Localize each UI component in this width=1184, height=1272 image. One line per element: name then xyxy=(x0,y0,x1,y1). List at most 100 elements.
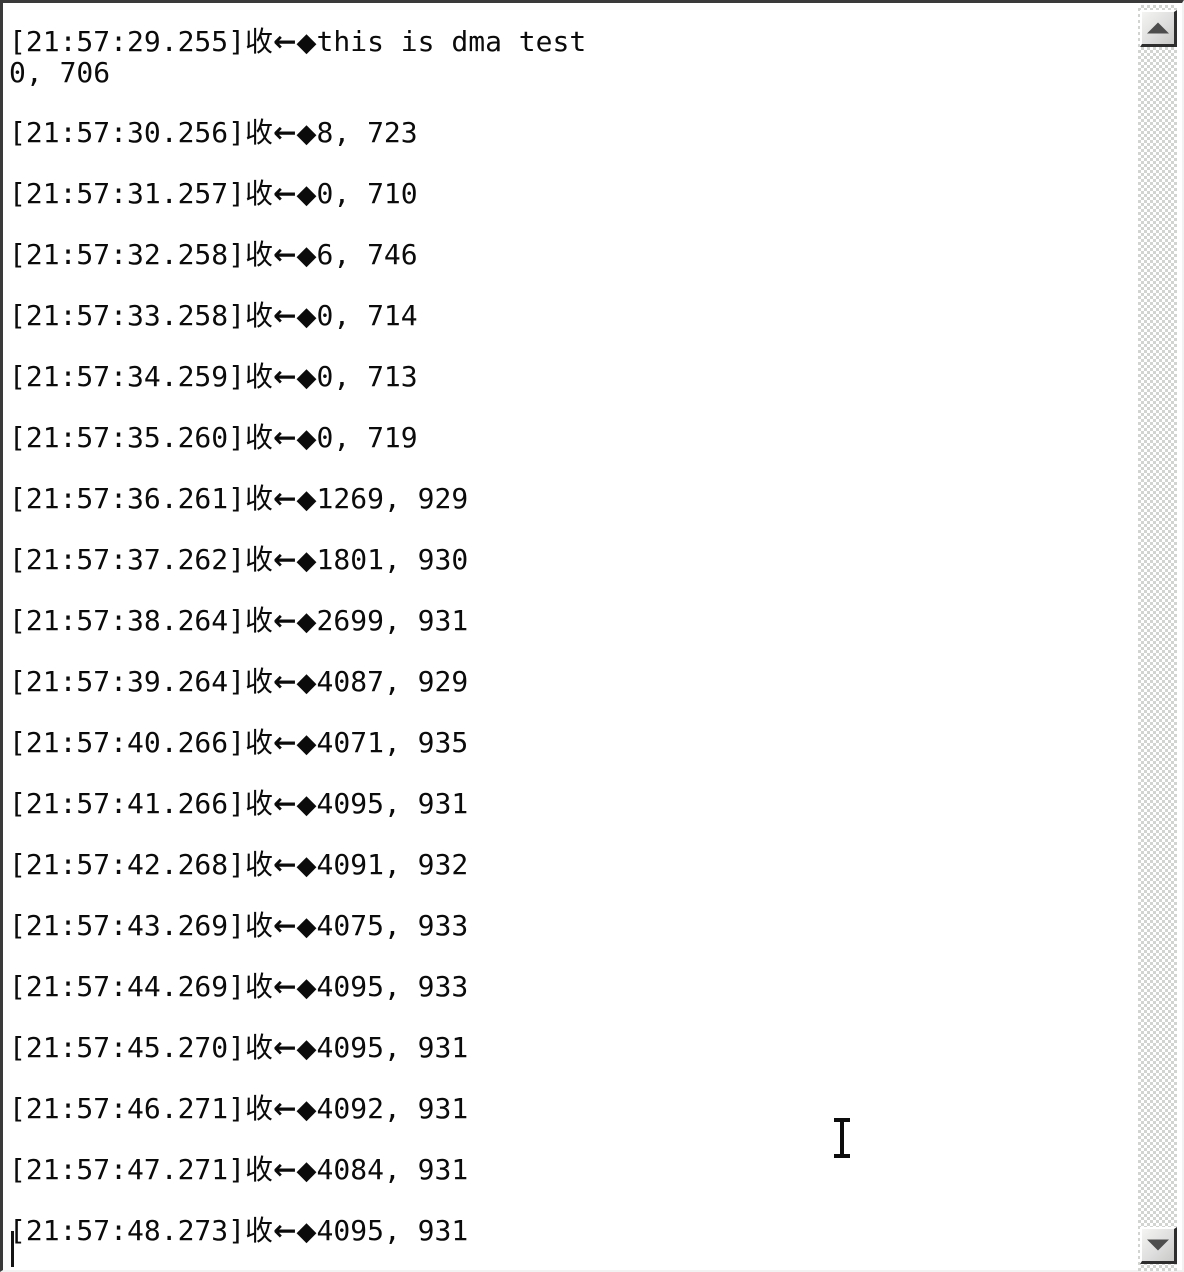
log-timestamp: [21:57:45.270] xyxy=(9,1031,246,1064)
log-line: [21:57:38.264]收←◆2699, 931 xyxy=(9,604,1139,638)
log-payload: 2699, 931 xyxy=(316,604,469,637)
log-separator-diamond-icon: ◆ xyxy=(296,180,317,210)
log-timestamp: [21:57:46.271] xyxy=(9,1092,246,1125)
log-payload: 4084, 931 xyxy=(316,1153,469,1186)
log-direction-marker: 收 xyxy=(245,543,274,576)
log-timestamp: [21:57:42.268] xyxy=(9,848,246,881)
log-inbound-arrow-icon: ← xyxy=(273,726,297,759)
serial-log-textarea[interactable]: [21:57:29.255]收←◆this is dma test 0, 706… xyxy=(3,3,1139,1270)
log-separator-diamond-icon: ◆ xyxy=(296,363,317,393)
log-timestamp: [21:57:41.266] xyxy=(9,787,246,820)
log-inbound-arrow-icon: ← xyxy=(273,909,297,942)
log-payload: 4087, 929 xyxy=(316,665,469,698)
log-line: [21:57:48.273]收←◆4095, 931 xyxy=(9,1214,1139,1248)
log-timestamp: [21:57:43.269] xyxy=(9,909,246,942)
log-separator-diamond-icon: ◆ xyxy=(296,302,317,332)
log-direction-marker: 收 xyxy=(245,848,274,881)
log-line: [21:57:46.271]收←◆4092, 931 xyxy=(9,1092,1139,1126)
scroll-up-icon xyxy=(1147,22,1169,34)
log-direction-marker: 收 xyxy=(245,1153,274,1186)
ibeam-bottom-serif xyxy=(834,1154,850,1158)
log-inbound-arrow-icon: ← xyxy=(273,116,297,149)
log-inbound-arrow-icon: ← xyxy=(273,1214,297,1247)
log-line: [21:57:33.258]收←◆0, 714 xyxy=(9,299,1139,333)
log-inbound-arrow-icon: ← xyxy=(273,1031,297,1064)
log-payload: 0, 710 xyxy=(316,177,418,210)
log-inbound-arrow-icon: ← xyxy=(273,25,297,58)
log-payload: 8, 723 xyxy=(316,116,418,149)
log-inbound-arrow-icon: ← xyxy=(273,970,297,1003)
log-timestamp: [21:57:44.269] xyxy=(9,970,246,1003)
log-line: [21:57:36.261]收←◆1269, 929 xyxy=(9,482,1139,516)
vertical-scrollbar[interactable] xyxy=(1134,5,1180,1271)
scroll-down-icon xyxy=(1147,1239,1169,1251)
log-timestamp: [21:57:36.261] xyxy=(9,482,246,515)
log-separator-diamond-icon: ◆ xyxy=(296,1095,317,1125)
log-inbound-arrow-icon: ← xyxy=(273,543,297,576)
scrollbar-track[interactable] xyxy=(1138,5,1177,1271)
log-direction-marker: 收 xyxy=(245,1031,274,1064)
log-payload: 4091, 932 xyxy=(316,848,469,881)
log-line: [21:57:41.266]收←◆4095, 931 xyxy=(9,787,1139,821)
log-payload: 1269, 929 xyxy=(316,482,469,515)
log-separator-diamond-icon: ◆ xyxy=(296,790,317,820)
log-separator-diamond-icon: ◆ xyxy=(296,1217,317,1247)
log-timestamp: [21:57:29.255] xyxy=(9,25,246,58)
log-separator-diamond-icon: ◆ xyxy=(296,668,317,698)
log-separator-diamond-icon: ◆ xyxy=(296,119,317,149)
log-timestamp: [21:57:48.273] xyxy=(9,1214,246,1247)
log-payload: 4092, 931 xyxy=(316,1092,469,1125)
log-line: [21:57:37.262]收←◆1801, 930 xyxy=(9,543,1139,577)
scroll-down-button[interactable] xyxy=(1140,1227,1177,1264)
log-payload: 4095, 933 xyxy=(316,970,469,1003)
log-separator-diamond-icon: ◆ xyxy=(296,1034,317,1064)
log-inbound-arrow-icon: ← xyxy=(273,604,297,637)
log-direction-marker: 收 xyxy=(245,238,274,271)
log-line: [21:57:35.260]收←◆0, 719 xyxy=(9,421,1139,455)
log-timestamp: [21:57:37.262] xyxy=(9,543,246,576)
log-timestamp: [21:57:31.257] xyxy=(9,177,246,210)
log-direction-marker: 收 xyxy=(245,1092,274,1125)
log-line: [21:57:47.271]收←◆4084, 931 xyxy=(9,1153,1139,1187)
log-inbound-arrow-icon: ← xyxy=(273,482,297,515)
log-line: [21:57:43.269]收←◆4075, 933 xyxy=(9,909,1139,943)
log-separator-diamond-icon: ◆ xyxy=(296,729,317,759)
log-direction-marker: 收 xyxy=(245,116,274,149)
log-inbound-arrow-icon: ← xyxy=(273,238,297,271)
log-direction-marker: 收 xyxy=(245,1214,274,1247)
log-direction-marker: 收 xyxy=(245,421,274,454)
log-inbound-arrow-icon: ← xyxy=(273,299,297,332)
log-separator-diamond-icon: ◆ xyxy=(296,546,317,576)
log-direction-marker: 收 xyxy=(245,970,274,1003)
log-line: [21:57:32.258]收←◆6, 746 xyxy=(9,238,1139,272)
log-inbound-arrow-icon: ← xyxy=(273,421,297,454)
mouse-ibeam-cursor xyxy=(833,1116,851,1160)
log-separator-diamond-icon: ◆ xyxy=(296,1156,317,1186)
log-line: [21:57:39.264]收←◆4087, 929 xyxy=(9,665,1139,699)
log-direction-marker: 收 xyxy=(245,177,274,210)
log-line: [21:57:42.268]收←◆4091, 932 xyxy=(9,848,1139,882)
log-direction-marker: 收 xyxy=(245,360,274,393)
scroll-up-button[interactable] xyxy=(1140,10,1177,47)
log-inbound-arrow-icon: ← xyxy=(273,665,297,698)
log-line: [21:57:44.269]收←◆4095, 933 xyxy=(9,970,1139,1004)
log-line: [21:57:40.266]收←◆4071, 935 xyxy=(9,726,1139,760)
log-payload: 0, 719 xyxy=(316,421,418,454)
log-direction-marker: 收 xyxy=(245,482,274,515)
log-payload: 6, 746 xyxy=(316,238,418,271)
log-direction-marker: 收 xyxy=(245,665,274,698)
log-separator-diamond-icon: ◆ xyxy=(296,912,317,942)
log-payload: 4075, 933 xyxy=(316,909,469,942)
log-line: [21:57:30.256]收←◆8, 723 xyxy=(9,116,1139,150)
text-caret xyxy=(11,1231,14,1267)
log-inbound-arrow-icon: ← xyxy=(273,1092,297,1125)
log-inbound-arrow-icon: ← xyxy=(273,848,297,881)
log-inbound-arrow-icon: ← xyxy=(273,360,297,393)
log-direction-marker: 收 xyxy=(245,25,274,58)
log-timestamp: [21:57:40.266] xyxy=(9,726,246,759)
log-line: [21:57:45.270]收←◆4095, 931 xyxy=(9,1031,1139,1065)
log-direction-marker: 收 xyxy=(245,604,274,637)
log-timestamp: [21:57:33.258] xyxy=(9,299,246,332)
log-separator-diamond-icon: ◆ xyxy=(296,424,317,454)
log-timestamp: [21:57:39.264] xyxy=(9,665,246,698)
